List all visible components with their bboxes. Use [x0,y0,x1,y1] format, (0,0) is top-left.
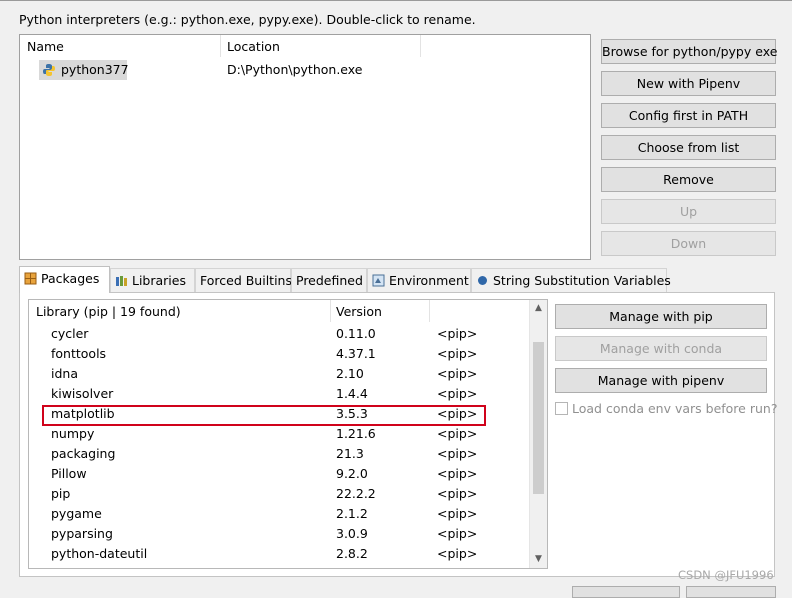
package-source: <pip> [437,446,478,461]
table-row[interactable]: pyparsing 3.0.9 <pip> [29,524,532,544]
column-separator [429,300,430,322]
table-row[interactable]: pygame 2.1.2 <pip> [29,504,532,524]
down-button[interactable]: Down [601,231,776,256]
package-source: <pip> [437,466,478,481]
table-row[interactable]: numpy 1.21.6 <pip> [29,424,532,444]
tab-label: Predefined [296,273,363,288]
package-source: <pip> [437,506,478,521]
matplotlib-highlight-box [42,405,486,426]
package-source: <pip> [437,366,478,381]
package-version: 22.2.2 [336,486,376,501]
package-name: numpy [51,426,95,441]
manage-with-pip-button[interactable]: Manage with pip [555,304,767,329]
variable-icon [478,276,487,285]
watermark: CSDN @JFU1996 [678,568,774,582]
interpreters-table[interactable]: Name Location python377 D:\Python\python… [19,34,591,260]
tab-bar: Packages Libraries Forced Builtins Prede… [19,266,671,293]
packages-scrollbar[interactable]: ▲ ▼ [529,300,547,568]
table-row[interactable]: packaging 21.3 <pip> [29,444,532,464]
interpreter-location: D:\Python\python.exe [227,62,363,77]
browse-interpreter-button[interactable]: Browse for python/pypy exe [601,39,777,64]
tab-label: String Substitution Variables [493,273,671,288]
interpreters-hint: Python interpreters (e.g.: python.exe, p… [19,12,476,27]
column-separator [420,35,421,57]
python-icon [43,64,55,76]
column-library[interactable]: Library (pip | 19 found) [36,304,181,319]
tab-label: Packages [41,271,100,286]
table-row[interactable]: kiwisolver 1.4.4 <pip> [29,384,532,404]
package-name: cycler [51,326,89,341]
checkbox-box[interactable] [555,402,568,415]
table-row[interactable]: pip 22.2.2 <pip> [29,484,532,504]
table-row[interactable]: cycler 0.11.0 <pip> [29,324,532,344]
tab-forced-builtins[interactable]: Forced Builtins [195,268,292,292]
remove-button[interactable]: Remove [601,167,776,192]
column-separator [220,35,221,57]
package-source: <pip> [437,386,478,401]
column-separator [330,300,331,322]
package-icon [24,272,37,285]
package-version: 1.4.4 [336,386,368,401]
bottom-button[interactable] [572,586,680,598]
checkbox-label: Load conda env vars before run? [572,401,778,416]
scroll-down-icon[interactable]: ▼ [530,554,547,564]
package-version: 4.37.1 [336,346,376,361]
package-name: python-dateutil [51,546,148,561]
column-location[interactable]: Location [227,39,280,54]
package-source: <pip> [437,486,478,501]
new-with-pipenv-button[interactable]: New with Pipenv [601,71,776,96]
package-source: <pip> [437,546,478,561]
up-button[interactable]: Up [601,199,776,224]
column-name[interactable]: Name [27,39,64,54]
package-name: pyparsing [51,526,113,541]
tab-libraries[interactable]: Libraries [110,268,195,292]
tab-string-substitution[interactable]: String Substitution Variables [471,268,671,292]
column-version[interactable]: Version [336,304,382,319]
table-row[interactable]: idna 2.10 <pip> [29,364,532,384]
scrollbar-thumb[interactable] [533,342,544,494]
package-source: <pip> [437,426,478,441]
table-row[interactable]: fonttools 4.37.1 <pip> [29,344,532,364]
libraries-icon [116,276,127,286]
package-name: pygame [51,506,102,521]
package-version: 3.0.9 [336,526,368,541]
tab-predefined[interactable]: Predefined [291,268,367,292]
package-source: <pip> [437,326,478,341]
table-row[interactable]: python-dateutil 2.8.2 <pip> [29,544,532,564]
package-version: 1.21.6 [336,426,376,441]
package-name: idna [51,366,78,381]
tab-label: Libraries [132,273,186,288]
manage-with-pipenv-button[interactable]: Manage with pipenv [555,368,767,393]
package-version: 2.1.2 [336,506,368,521]
tab-label: Environment [389,273,469,288]
packages-table[interactable]: Library (pip | 19 found) Version cycler 0… [28,299,548,569]
package-version: 21.3 [336,446,364,461]
top-divider [0,0,792,1]
package-source: <pip> [437,346,478,361]
package-version: 2.10 [336,366,364,381]
interpreter-row-selected[interactable]: python377 [39,60,129,80]
bottom-button[interactable] [686,586,776,598]
package-source: <pip> [437,526,478,541]
table-row[interactable]: Pillow 9.2.0 <pip> [29,464,532,484]
load-conda-env-checkbox[interactable]: Load conda env vars before run? [555,401,777,416]
config-first-in-path-button[interactable]: Config first in PATH [601,103,776,128]
package-name: packaging [51,446,116,461]
manage-with-conda-button[interactable]: Manage with conda [555,336,767,361]
tab-environment[interactable]: Environment [367,268,471,292]
package-version: 9.2.0 [336,466,368,481]
scroll-up-icon[interactable]: ▲ [530,303,547,313]
package-name: fonttools [51,346,107,361]
tab-label: Forced Builtins [200,273,292,288]
environment-icon [372,274,385,287]
package-name: Pillow [51,466,87,481]
choose-from-list-button[interactable]: Choose from list [601,135,776,160]
package-version: 2.8.2 [336,546,368,561]
interpreter-name: python377 [61,62,129,77]
package-version: 0.11.0 [336,326,376,341]
package-name: kiwisolver [51,386,114,401]
package-name: pip [51,486,71,501]
tab-packages[interactable]: Packages [19,266,110,293]
